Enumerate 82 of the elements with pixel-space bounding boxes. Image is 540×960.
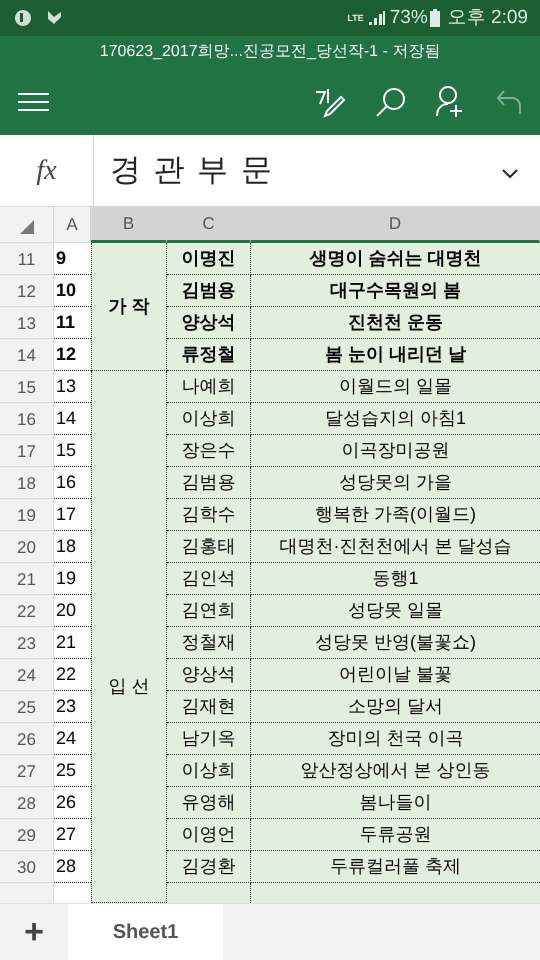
row-header[interactable]: 27	[0, 755, 54, 787]
table-cell: 유영해	[167, 787, 251, 819]
table-cell: 김인석	[167, 563, 251, 595]
row-header[interactable]: 17	[0, 435, 54, 467]
menu-icon[interactable]	[18, 92, 49, 112]
table-cell: 봄 눈이 내리던 날	[251, 339, 540, 371]
table-cell: 소망의 달서	[251, 691, 540, 723]
row-header[interactable]: 24	[0, 659, 54, 691]
row-header[interactable]: 18	[0, 467, 54, 499]
select-all-icon[interactable]	[20, 220, 34, 234]
table-cell: 봄나들이	[251, 787, 540, 819]
app-notification-icon	[12, 8, 34, 28]
table-cell: 나예희	[167, 371, 251, 403]
chevron-down-icon[interactable]	[502, 168, 518, 178]
table-cell: 동행1	[251, 563, 540, 595]
table-cell: 생명이 숨쉬는 대명천	[251, 243, 540, 275]
row-header[interactable]: 20	[0, 531, 54, 563]
row-header[interactable]: 26	[0, 723, 54, 755]
table-cell: 대명천·진천천에서 본 달성습	[251, 531, 540, 563]
table-cell: 남기옥	[167, 723, 251, 755]
battery-percent: 73%	[390, 6, 428, 30]
row-header[interactable]: 21	[0, 563, 54, 595]
table-cell: 행복한 가족(이월드)	[251, 499, 540, 531]
clock: 오후 2:09	[448, 6, 528, 30]
table-cell: 성당못의 가을	[251, 467, 540, 499]
table-cell: 어린이날 불꽃	[251, 659, 540, 691]
table-cell: 정철재	[167, 627, 251, 659]
add-sheet-button[interactable]: +	[0, 904, 68, 960]
table-cell: 김범용	[167, 275, 251, 307]
table-cell: 성당못 일몰	[251, 595, 540, 627]
signal-icon	[368, 10, 386, 26]
row-header[interactable]: 19	[0, 499, 54, 531]
check-flag-icon	[46, 9, 64, 27]
table-cell: 김범용	[167, 467, 251, 499]
row-header[interactable]: 14	[0, 339, 54, 371]
row-header[interactable]: 22	[0, 595, 54, 627]
table-cell: 이상희	[167, 403, 251, 435]
table-cell: 장미의 천국 이곡	[251, 723, 540, 755]
search-icon[interactable]	[376, 86, 406, 116]
row-header[interactable]: 11	[0, 243, 54, 275]
function-label[interactable]: fx	[36, 150, 57, 192]
table-cell: 김경환	[167, 851, 251, 883]
column-header[interactable]: B	[91, 207, 167, 243]
column-header[interactable]: A	[54, 207, 91, 243]
table-cell: 진천천 운동	[251, 307, 540, 339]
table-cell: 양상석	[167, 659, 251, 691]
row-header[interactable]: 12	[0, 275, 54, 307]
table-cell: 앞산정상에서 본 상인동	[251, 755, 540, 787]
table-cell: 이상희	[167, 755, 251, 787]
table-cell: 이곡장미공원	[251, 435, 540, 467]
table-cell: 두류컬러풀 축제	[251, 851, 540, 883]
table-cell: 대구수목원의 봄	[251, 275, 540, 307]
column-header[interactable]: D	[251, 207, 540, 243]
table-cell: 이월드의 일몰	[251, 371, 540, 403]
formula-field[interactable]: 경 관 부 문	[94, 135, 502, 206]
table-cell: 입 선	[91, 371, 167, 903]
column-header[interactable]: C	[167, 207, 251, 243]
window-title: 170623_2017희망...진공모전_당선작-1 - 저장됨	[100, 42, 440, 62]
table-cell: 양상석	[167, 307, 251, 339]
sheet-tab[interactable]: Sheet1	[68, 904, 223, 960]
table-cell: 김홍태	[167, 531, 251, 563]
table-cell: 가 작	[91, 243, 167, 371]
table-cell: 이영언	[167, 819, 251, 851]
table-cell: 성당못 반영(불꽃쇼)	[251, 627, 540, 659]
row-header[interactable]: 29	[0, 819, 54, 851]
row-header[interactable]: 30	[0, 851, 54, 883]
battery-icon	[430, 9, 440, 27]
row-header[interactable]: 28	[0, 787, 54, 819]
row-header[interactable]: 16	[0, 403, 54, 435]
network-type: LTE	[347, 14, 364, 22]
table-cell: 류정철	[167, 339, 251, 371]
table-cell: 장은수	[167, 435, 251, 467]
table-cell: 김학수	[167, 499, 251, 531]
table-cell: 김연희	[167, 595, 251, 627]
table-cell: 김재현	[167, 691, 251, 723]
row-header[interactable]: 23	[0, 627, 54, 659]
table-cell: 이명진	[167, 243, 251, 275]
table-cell: 두류공원	[251, 819, 540, 851]
row-header[interactable]: 25	[0, 691, 54, 723]
table-cell: 달성습지의 아침1	[251, 403, 540, 435]
row-header[interactable]: 13	[0, 307, 54, 339]
row-header[interactable]: 15	[0, 371, 54, 403]
